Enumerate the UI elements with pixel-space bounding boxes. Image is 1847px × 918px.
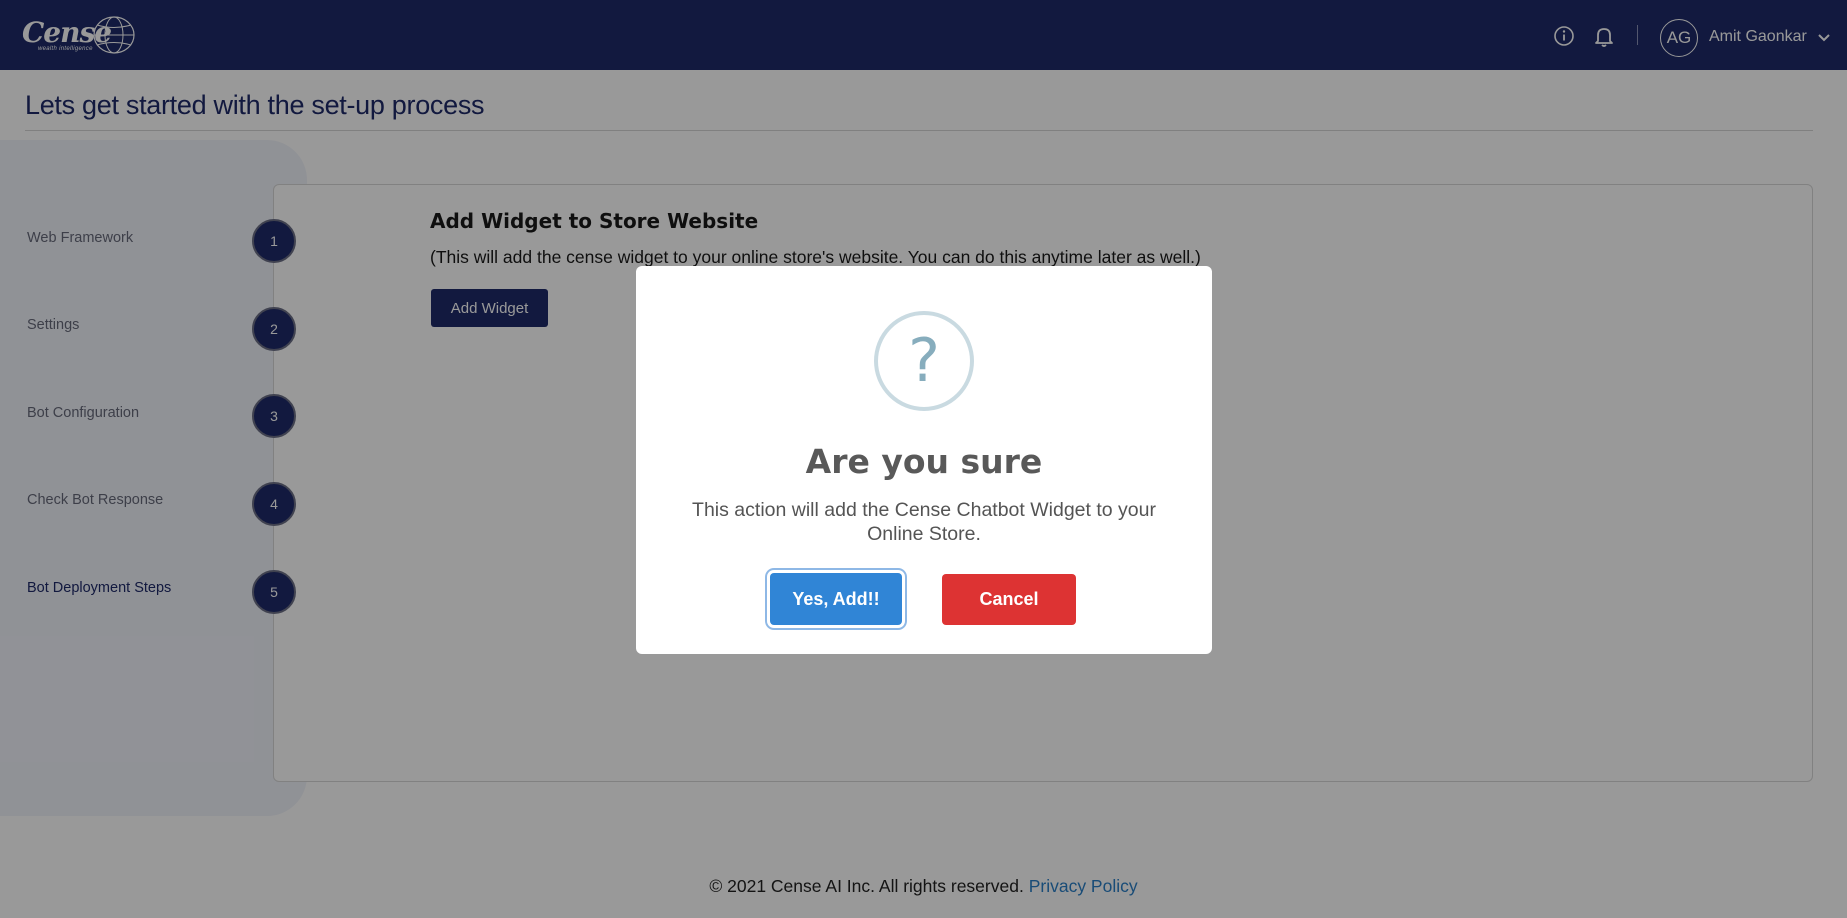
- question-icon: ?: [874, 311, 974, 411]
- confirm-dialog: ? Are you sure This action will add the …: [636, 266, 1212, 654]
- dialog-title: Are you sure: [805, 442, 1043, 481]
- cancel-button[interactable]: Cancel: [942, 574, 1076, 625]
- dialog-message: This action will add the Cense Chatbot W…: [692, 499, 1156, 545]
- confirm-add-button[interactable]: Yes, Add!!: [770, 573, 902, 625]
